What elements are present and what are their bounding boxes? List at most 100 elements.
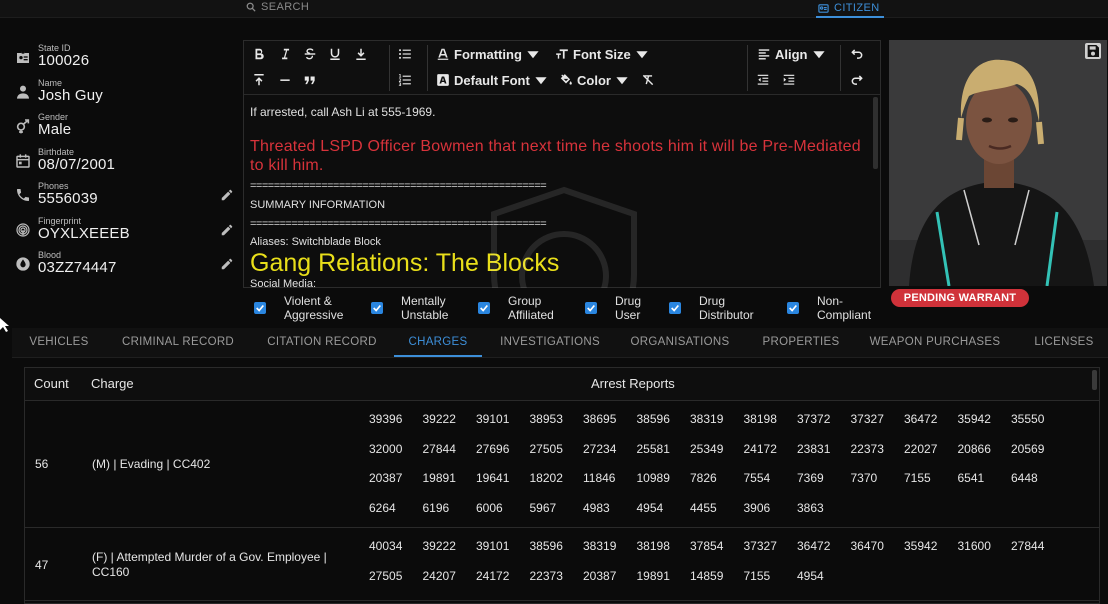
tag-violent-aggressive[interactable]: Violent & Aggressive bbox=[254, 294, 343, 322]
arrest-report-link[interactable]: 38198 bbox=[637, 532, 691, 562]
arrest-report-link[interactable]: 4983 bbox=[583, 494, 637, 524]
table-scrollbar[interactable] bbox=[1092, 370, 1097, 390]
citizen-tab[interactable]: CITIZEN bbox=[816, 0, 884, 18]
tab-organisations[interactable]: ORGANISATIONS bbox=[624, 328, 736, 357]
underline-button[interactable] bbox=[328, 45, 342, 63]
tab-criminal-record[interactable]: CRIMINAL RECORD bbox=[116, 328, 240, 357]
clear-format-button[interactable] bbox=[641, 71, 655, 89]
arrest-report-link[interactable]: 7370 bbox=[851, 464, 905, 494]
arrest-report-link[interactable]: 22373 bbox=[530, 562, 584, 592]
tab-investigations[interactable]: INVESTIGATIONS bbox=[496, 328, 604, 357]
arrest-report-link[interactable]: 31600 bbox=[958, 532, 1012, 562]
redo-button[interactable] bbox=[850, 71, 864, 89]
arrest-report-link[interactable]: 35550 bbox=[1011, 405, 1065, 435]
checkbox[interactable] bbox=[254, 302, 266, 314]
arrest-report-link[interactable]: 11846 bbox=[583, 464, 637, 494]
table-row[interactable]: 56 (M) | Evading | CC402 39396 39222 39101… bbox=[25, 402, 1099, 528]
ordered-list-button[interactable]: 123 bbox=[398, 71, 412, 89]
editor-scrollbar[interactable] bbox=[873, 97, 878, 169]
tab-weapon-purchases[interactable]: WEAPON PURCHASES bbox=[864, 328, 1006, 357]
arrest-report-link[interactable]: 39222 bbox=[423, 405, 477, 435]
checkbox[interactable] bbox=[669, 302, 681, 314]
arrest-report-link[interactable]: 3906 bbox=[744, 494, 798, 524]
arrest-report-link[interactable]: 4954 bbox=[797, 562, 851, 592]
arrest-report-link[interactable]: 39101 bbox=[476, 405, 530, 435]
checkbox[interactable] bbox=[787, 302, 799, 314]
arrest-report-link[interactable]: 3863 bbox=[797, 494, 851, 524]
citizen-photo[interactable] bbox=[889, 40, 1107, 286]
bold-button[interactable] bbox=[252, 45, 266, 63]
edit-blood-pencil-icon[interactable] bbox=[220, 257, 234, 271]
arrest-report-link[interactable]: 37372 bbox=[797, 405, 851, 435]
arrest-report-link[interactable]: 25349 bbox=[690, 435, 744, 465]
strikethrough-button[interactable] bbox=[303, 45, 317, 63]
arrest-report-link[interactable]: 4455 bbox=[690, 494, 744, 524]
checkbox[interactable] bbox=[371, 302, 383, 314]
arrest-report-link[interactable]: 6264 bbox=[369, 494, 423, 524]
subscript-button[interactable] bbox=[354, 45, 368, 63]
arrest-report-link[interactable]: 18202 bbox=[530, 464, 584, 494]
arrest-report-link[interactable]: 20387 bbox=[369, 464, 423, 494]
arrest-report-link[interactable]: 39222 bbox=[423, 532, 477, 562]
tab-charges[interactable]: CHARGES bbox=[394, 328, 482, 357]
tag-group-affiliated[interactable]: Group Affiliated bbox=[478, 294, 554, 322]
arrest-report-link[interactable]: 25581 bbox=[637, 435, 691, 465]
arrest-report-link[interactable]: 24172 bbox=[476, 562, 530, 592]
arrest-report-link[interactable]: 10989 bbox=[637, 464, 691, 494]
arrest-report-link[interactable]: 35942 bbox=[958, 405, 1012, 435]
color-dropdown[interactable]: Color bbox=[559, 71, 629, 89]
notes-content[interactable]: If arrested, call Ash Li at 555-1969. Th… bbox=[244, 96, 880, 288]
arrest-report-link[interactable]: 5967 bbox=[530, 494, 584, 524]
tab-citation-record[interactable]: CITATION RECORD bbox=[260, 328, 384, 357]
undo-button[interactable] bbox=[850, 45, 864, 63]
arrest-report-link[interactable]: 35942 bbox=[904, 532, 958, 562]
arrest-report-link[interactable]: 7155 bbox=[904, 464, 958, 494]
arrest-report-link[interactable]: 20569 bbox=[1011, 435, 1065, 465]
arrest-report-link[interactable]: 24172 bbox=[744, 435, 798, 465]
arrest-report-link[interactable]: 38596 bbox=[637, 405, 691, 435]
align-dropdown[interactable]: Align bbox=[757, 45, 826, 63]
arrest-report-link[interactable]: 37854 bbox=[690, 532, 744, 562]
table-row[interactable]: 47 (F) | Attempted Murder of a Gov. Empl… bbox=[25, 529, 1099, 601]
arrest-report-link[interactable]: 27844 bbox=[423, 435, 477, 465]
arrest-report-link[interactable]: 39101 bbox=[476, 532, 530, 562]
tab-properties[interactable]: PROPERTIES bbox=[756, 328, 846, 357]
arrest-report-link[interactable]: 37327 bbox=[851, 405, 905, 435]
italic-button[interactable] bbox=[278, 45, 292, 63]
arrest-report-link[interactable]: 40034 bbox=[369, 532, 423, 562]
arrest-report-link[interactable]: 22373 bbox=[851, 435, 905, 465]
arrest-report-link[interactable]: 27844 bbox=[1011, 532, 1065, 562]
arrest-report-link[interactable]: 37327 bbox=[744, 532, 798, 562]
arrest-report-link[interactable]: 22027 bbox=[904, 435, 958, 465]
arrest-report-link[interactable]: 36470 bbox=[851, 532, 905, 562]
arrest-report-link[interactable]: 27505 bbox=[369, 562, 423, 592]
arrest-report-link[interactable]: 4954 bbox=[637, 494, 691, 524]
blockquote-button[interactable] bbox=[303, 71, 317, 89]
arrest-report-link[interactable]: 6541 bbox=[958, 464, 1012, 494]
column-header-charge[interactable]: Charge bbox=[91, 376, 134, 391]
arrest-report-link[interactable]: 24207 bbox=[423, 562, 477, 592]
arrest-report-link[interactable]: 7369 bbox=[797, 464, 851, 494]
arrest-report-link[interactable]: 20387 bbox=[583, 562, 637, 592]
font-family-dropdown[interactable]: Default Font bbox=[436, 71, 548, 89]
checkbox[interactable] bbox=[585, 302, 597, 314]
edit-phones-pencil-icon[interactable] bbox=[220, 188, 234, 202]
arrest-report-link[interactable]: 38596 bbox=[530, 532, 584, 562]
arrest-report-link[interactable]: 7155 bbox=[744, 562, 798, 592]
arrest-report-link[interactable]: 19891 bbox=[423, 464, 477, 494]
arrest-report-link[interactable]: 38319 bbox=[583, 532, 637, 562]
arrest-report-link[interactable]: 20866 bbox=[958, 435, 1012, 465]
arrest-report-link[interactable]: 39396 bbox=[369, 405, 423, 435]
horizontal-rule-button[interactable] bbox=[278, 71, 292, 89]
arrest-report-link[interactable]: 38695 bbox=[583, 405, 637, 435]
tag-drug-distributor[interactable]: Drug Distributor bbox=[669, 294, 754, 322]
formatting-dropdown[interactable]: Formatting bbox=[436, 45, 540, 63]
column-header-arrest-reports[interactable]: Arrest Reports bbox=[591, 376, 675, 391]
arrest-report-link[interactable]: 27505 bbox=[530, 435, 584, 465]
arrest-report-link[interactable]: 23831 bbox=[797, 435, 851, 465]
arrest-report-link[interactable]: 19891 bbox=[637, 562, 691, 592]
arrest-report-link[interactable]: 14859 bbox=[690, 562, 744, 592]
arrest-report-link[interactable]: 38953 bbox=[530, 405, 584, 435]
bullet-list-button[interactable] bbox=[398, 45, 412, 63]
arrest-report-link[interactable]: 32000 bbox=[369, 435, 423, 465]
